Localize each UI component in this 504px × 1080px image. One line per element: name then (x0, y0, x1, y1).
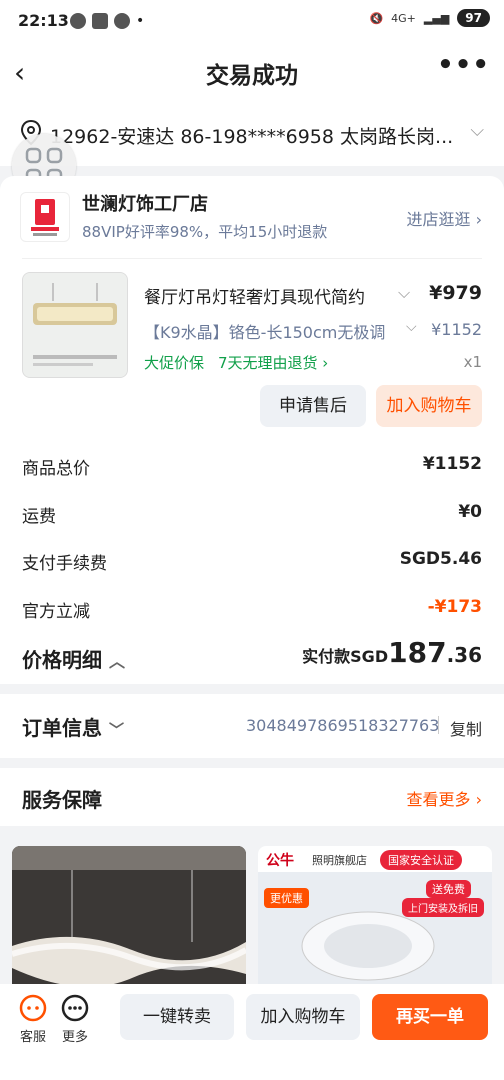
page-title: 交易成功 (206, 63, 298, 89)
order-info-label: 订单信息 (22, 716, 102, 740)
ceiling-fan-image (301, 911, 435, 981)
customer-service-label: 客服 (19, 1030, 46, 1045)
recommend-card-2[interactable]: 公牛 照明旗舰店 国家安全认证 更优惠 送免费 上门安装及拆旧 (258, 846, 492, 986)
status-time: 22:13 (18, 11, 69, 30)
summary-label-fee: 支付手续费 (22, 554, 107, 574)
resell-button[interactable]: 一键转卖 (120, 994, 234, 1040)
product-quantity: x1 (463, 353, 482, 371)
product-image[interactable] (22, 272, 128, 378)
product-title[interactable]: 餐厅灯吊灯轻奢灯具现代简约 (144, 283, 384, 308)
chevron-right-icon: › (475, 210, 482, 229)
paid-dec: .36 (446, 643, 482, 667)
store-badge: 照明旗舰店 (312, 854, 367, 867)
chevron-down-icon: ﹀ (108, 721, 124, 739)
more-dots-icon (61, 994, 89, 1022)
nav-bar: ‹ 交易成功 ••• (0, 44, 504, 100)
chevron-up-icon: ︿ (108, 652, 125, 671)
product-price: ¥979 (429, 282, 482, 304)
order-number: 3048497869518327763 (246, 716, 440, 735)
network-label: 4G+ (391, 11, 416, 25)
shop-rating: 88VIP好评率98%，平均15小时退款 (82, 223, 328, 241)
status-bar: 22:13 • 🔇 4G+ ▂▄▆ 97 (0, 0, 504, 44)
promo-free: 送免费 (426, 880, 471, 898)
status-notification-icons: • (70, 13, 144, 29)
more-options-icon[interactable]: ••• (437, 50, 490, 80)
status-right: 🔇 4G+ ▂▄▆ 97 (369, 9, 490, 27)
price-detail-label: 价格明细 (22, 648, 102, 672)
copy-order-button[interactable]: 复制 (450, 716, 482, 740)
paid-prefix: 实付款SGD (302, 647, 389, 666)
summary-label-total: 商品总价 (22, 459, 90, 479)
signal-icon: ▂▄▆ (423, 11, 450, 25)
bottom-add-cart-button[interactable]: 加入购物车 (246, 994, 360, 1040)
brand-name: 公牛 (266, 853, 294, 869)
price-protection-label: 大促价保 (144, 354, 205, 372)
product-expand-icon[interactable]: ⌵ (398, 283, 410, 303)
chandelier-thumbnail (23, 273, 127, 377)
summary-label-shipping: 运费 (22, 507, 56, 527)
promo-tag: 更优惠 (264, 888, 309, 908)
summary-value-fee: SGD5.46 (399, 549, 482, 569)
paid-amount: 实付款SGD187.36 (302, 636, 482, 669)
chandelier-image (12, 846, 246, 986)
more-label: 更多 (61, 1030, 88, 1045)
messenger-icon (70, 13, 86, 29)
divider (22, 258, 482, 259)
chevron-down-icon: ⌵ (470, 120, 484, 141)
visit-shop-label: 进店逛逛 (406, 210, 471, 229)
bottom-action-bar: 客服 更多 一键转卖 加入购物车 再买一单 (0, 984, 504, 1080)
customer-service-button[interactable]: 客服 (18, 994, 48, 1045)
rebuy-button[interactable]: 再买一单 (372, 994, 488, 1040)
mute-icon: 🔇 (369, 11, 384, 25)
after-sale-button[interactable]: 申请售后 (260, 385, 366, 427)
return-policy-link[interactable]: 7天无理由退货 › (218, 352, 328, 373)
paid-int: 187 (388, 636, 447, 669)
visit-shop-button[interactable]: 进店逛逛 › (406, 206, 482, 230)
recommend-card-1[interactable] (12, 846, 246, 986)
shop-logo-icon (31, 199, 59, 236)
customer-service-icon (19, 994, 47, 1022)
add-to-cart-button[interactable]: 加入购物车 (376, 385, 482, 427)
summary-value-shipping: ¥0 (458, 502, 482, 522)
product-original-price: ¥1152 (431, 320, 482, 339)
address-text: 12962-安速达 86-198****6958 太岗路长岗... (50, 126, 454, 148)
order-info-toggle[interactable]: 订单信息 ﹀ (22, 712, 124, 741)
more-button[interactable]: 更多 (60, 994, 90, 1045)
account-icon (114, 13, 130, 29)
divider (438, 716, 439, 734)
summary-value-total: ¥1152 (422, 454, 482, 474)
safety-badge: 国家安全认证 (380, 850, 462, 870)
price-detail-toggle[interactable]: 价格明细 ︿ (22, 644, 125, 673)
shop-name[interactable]: 世澜灯饰工厂店 (82, 190, 208, 216)
youtube-icon (92, 13, 108, 29)
spec-expand-icon[interactable]: ⌵ (406, 319, 417, 335)
summary-value-discount: -¥173 (427, 597, 482, 617)
product-spec[interactable]: 【K9水晶】铬色-长150cm无极调 (144, 319, 392, 343)
status-dot: • (136, 13, 145, 29)
battery-indicator: 97 (457, 9, 490, 27)
service-more-link[interactable]: 查看更多 › (407, 786, 483, 810)
shop-logo[interactable] (20, 192, 70, 242)
service-label: 服务保障 (22, 788, 102, 812)
summary-label-discount: 官方立减 (22, 602, 90, 622)
